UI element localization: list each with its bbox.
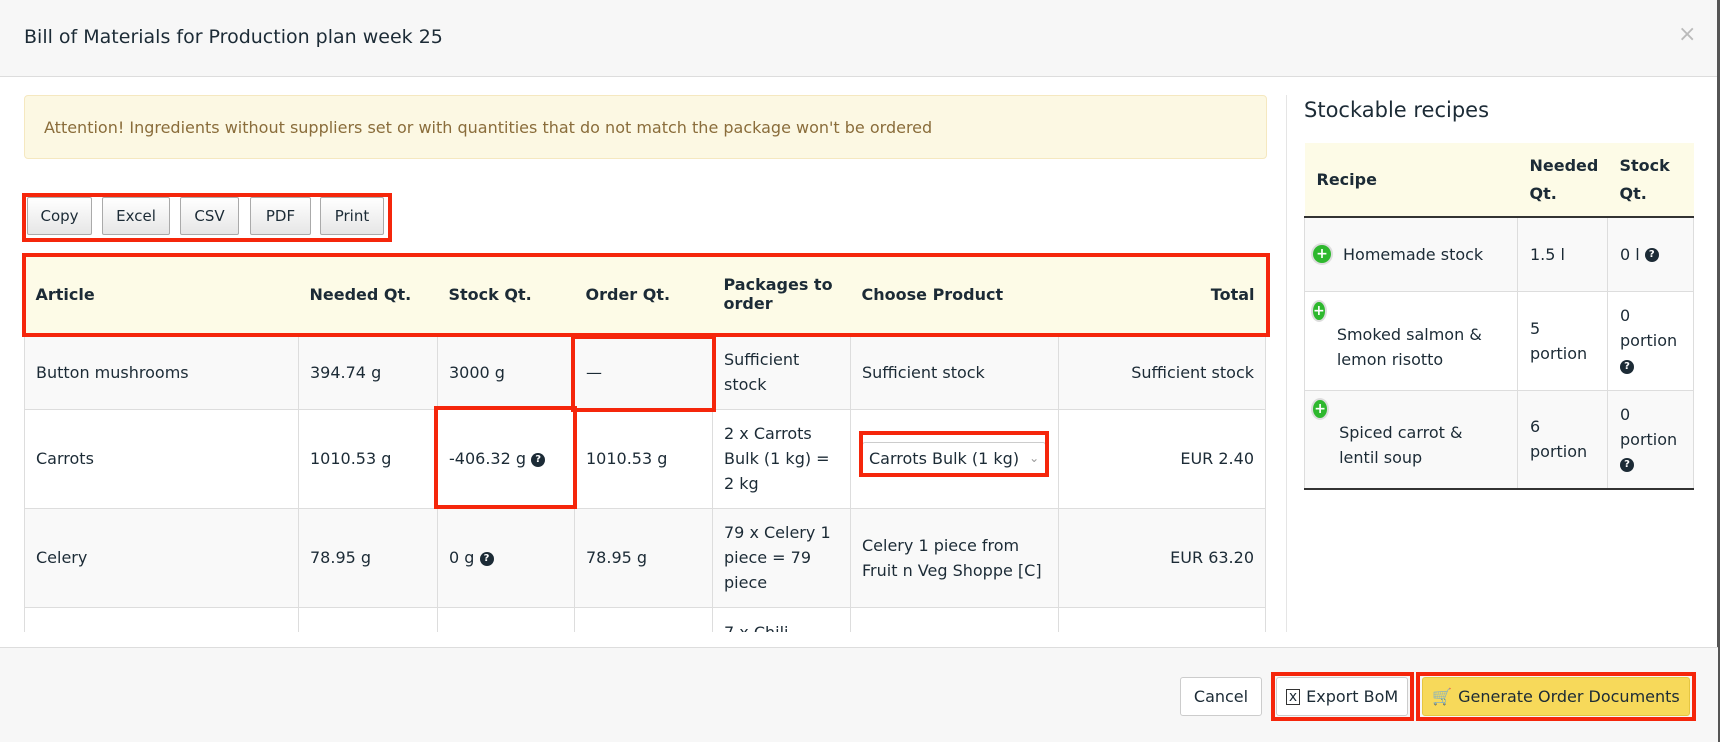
export-bom-button[interactable]: x Export BoM [1276,677,1408,716]
generate-label: Generate Order Documents [1458,687,1680,706]
question-icon[interactable]: ? [1644,248,1659,263]
stock-value: 0 l [1620,244,1640,264]
attention-alert: Attention! Ingredients without suppliers… [24,95,1267,159]
product-select[interactable]: Carrots Bulk (1 kg) ⌄ [862,442,1047,475]
recipe-name: Spiced carrot & lentil soup [1339,423,1463,468]
needed-qty: 1010.53 g [298,408,438,509]
csv-button[interactable]: CSV [180,197,239,235]
stock-value: 0 portion [1620,404,1678,449]
product-select-value: Carrots Bulk (1 kg) [869,449,1020,468]
packages: 2 x Carrots Bulk (1 kg) = 2 kg [712,408,851,509]
product: Carrots Bulk (1 kg) ⌄ [850,408,1059,509]
stock-value: 0 portion [1620,306,1678,350]
total: EUR 63.20 [1058,507,1266,608]
copy-button[interactable]: Copy [27,197,92,235]
pdf-button[interactable]: PDF [250,197,311,235]
table-row: + Homemade stock 1.5 l 0 l ? [1304,216,1694,292]
product [850,606,1059,632]
recipe-name: Smoked salmon & lemon risotto [1336,324,1482,369]
total: EUR 2.40 [1058,408,1266,509]
order-qty: 78.95 g [574,507,713,608]
stock-qty: 3000 g [437,334,575,410]
needed-qty [298,606,438,632]
col-article[interactable]: Article [24,254,299,336]
export-bom-label: Export BoM [1306,687,1399,706]
order-qty: 1010.53 g [574,408,713,509]
needed-qty: 78.95 g [298,507,438,608]
stock-value: 0 g [449,548,475,567]
bom-header-row: Article Needed Qt. Stock Qt. Order Qt. P… [24,254,1266,336]
table-row: Button mushrooms 394.74 g 3000 g — Suffi… [24,334,1266,410]
col-recipe[interactable]: Recipe [1304,143,1518,218]
product: Celery 1 piece from Fruit n Veg Shoppe [… [850,507,1059,608]
packages: Sufficient stock [712,334,851,410]
total [1058,606,1266,632]
article: Button mushrooms [24,334,299,410]
table-row: Carrots 1010.53 g -406.32 g ? 1010.53 g … [24,408,1266,509]
packages: 7 x Chili [712,606,851,632]
stock-qty [437,606,575,632]
table-row: + Smoked salmon & lemon risotto 5 portion… [1304,290,1694,391]
col-product[interactable]: Choose Product [850,254,1059,336]
question-icon[interactable]: ? [479,551,494,566]
stockable-title: Stockable recipes [1304,98,1490,122]
recipe: + Homemade stock [1304,216,1518,292]
column-divider [1286,95,1287,632]
col-needed[interactable]: Needed Qt. [298,254,438,336]
stockable-table: Recipe Needed Qt. Stock Qt. + Homemade st… [1304,143,1694,490]
add-icon[interactable]: + [1313,400,1328,419]
table-row: Celery 78.95 g 0 g ? 78.95 g 79 x Celery… [24,507,1266,608]
excel-button[interactable]: Excel [102,197,170,235]
total: Sufficient stock [1058,334,1266,410]
question-icon[interactable]: ? [531,452,546,467]
product: Sufficient stock [850,334,1059,410]
stock-qty: 0 g ? [437,507,575,608]
col-stock[interactable]: Stock Qt. [437,254,575,336]
add-icon[interactable]: + [1313,301,1325,320]
excel-file-icon: x [1285,688,1301,705]
packages: 79 x Celery 1 piece = 79 piece [712,507,851,608]
recipe: + Smoked salmon & lemon risotto [1304,290,1518,391]
needed-qty: 5 portion [1517,290,1608,391]
stock-value: -406.32 g [449,449,526,468]
needed-qty: 6 portion [1517,389,1608,490]
bom-table-container[interactable]: Article Needed Qt. Stock Qt. Order Qt. P… [24,254,1267,632]
stock-qty: 0 portion? [1607,389,1694,490]
col-stock[interactable]: Stock Qt. [1607,143,1694,218]
col-total[interactable]: Total [1058,254,1266,336]
add-icon[interactable]: + [1313,245,1331,264]
question-icon[interactable]: ? [1620,359,1634,374]
col-order[interactable]: Order Qt. [574,254,713,336]
stock-qty: -406.32 g ? [437,408,575,509]
stock-qty: 0 portion? [1607,290,1694,391]
article [24,606,299,632]
generate-order-documents-button[interactable]: 🛒 Generate Order Documents [1422,677,1690,716]
article: Celery [24,507,299,608]
table-row: 7 x Chili [24,606,1266,632]
close-icon[interactable]: × [1678,22,1696,47]
needed-qty: 1.5 l [1517,216,1608,292]
order-qty: — [574,334,713,410]
bom-table: Article Needed Qt. Stock Qt. Order Qt. P… [24,254,1266,632]
stockable-header-row: Recipe Needed Qt. Stock Qt. [1304,143,1694,218]
shopping-cart-icon: 🛒 [1432,687,1453,706]
question-icon[interactable]: ? [1620,458,1634,473]
print-button[interactable]: Print [320,197,384,235]
chevron-down-icon: ⌄ [1029,451,1040,465]
recipe: + Spiced carrot & lentil soup [1304,389,1518,490]
col-packages[interactable]: Packages to order [712,254,851,336]
table-row: + Spiced carrot & lentil soup 6 portion 0… [1304,389,1694,490]
needed-qty: 394.74 g [298,334,438,410]
modal-title: Bill of Materials for Production plan we… [24,26,443,48]
stock-qty: 0 l ? [1607,216,1694,292]
col-needed[interactable]: Needed Qt. [1517,143,1608,218]
recipe-name: Homemade stock [1343,244,1484,264]
cancel-button[interactable]: Cancel [1180,677,1262,716]
article: Carrots [24,408,299,509]
order-qty [574,606,713,632]
